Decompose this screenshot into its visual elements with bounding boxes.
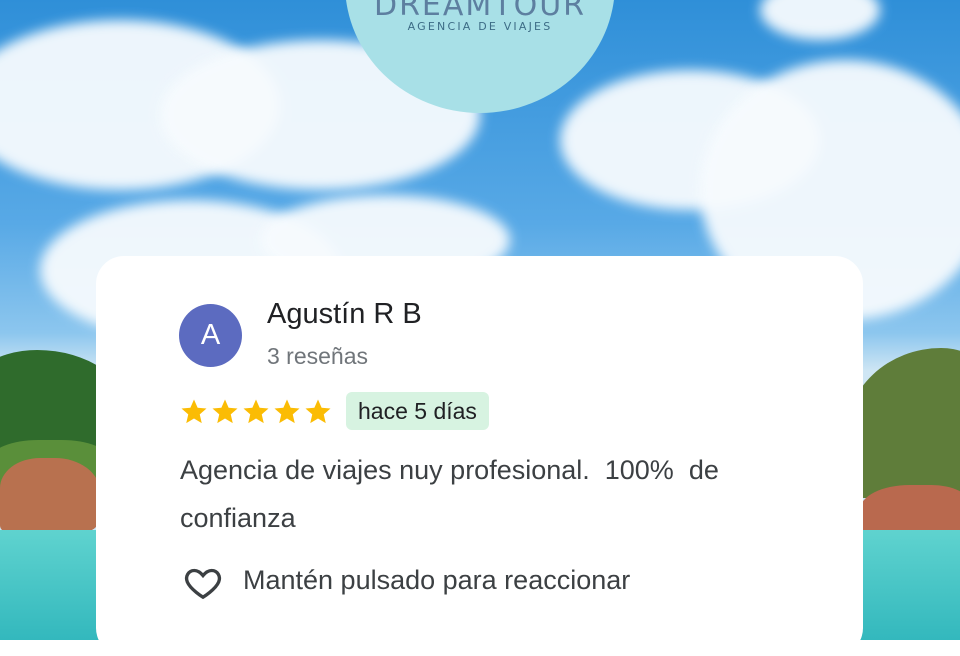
heart-icon[interactable] <box>182 563 224 603</box>
star-rating <box>179 397 333 427</box>
star-icon <box>305 399 331 424</box>
review-time-badge: hace 5 días <box>346 392 489 430</box>
review-count: 3 reseñas <box>267 343 369 369</box>
star-icon <box>274 399 300 424</box>
star-icon <box>243 399 269 424</box>
review-text: Agencia de viajes nuy profesional. 100% … <box>180 455 727 533</box>
avatar[interactable]: A <box>179 304 242 367</box>
star-icon <box>212 399 238 424</box>
react-hint[interactable]: Mantén pulsado para reaccionar <box>243 565 630 596</box>
brand-tagline: AGENCIA DE VIAJES <box>407 20 553 33</box>
star-icon <box>181 399 207 424</box>
reviewer-name[interactable]: Agustín R B <box>267 298 422 331</box>
